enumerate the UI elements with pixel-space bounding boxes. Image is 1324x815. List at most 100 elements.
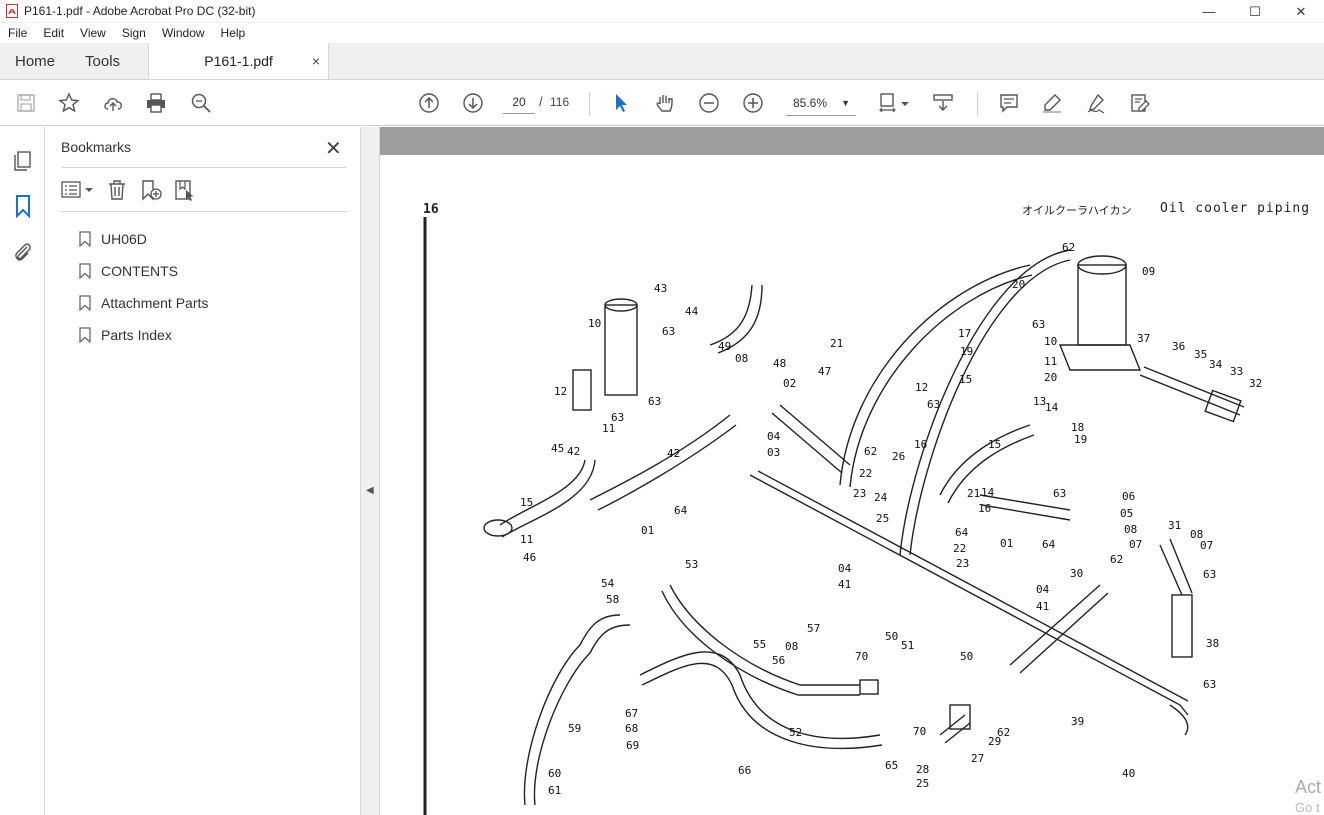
part-callout: 04 (1036, 583, 1050, 596)
toolbar-divider (589, 92, 590, 116)
edit-pdf-icon[interactable] (1128, 91, 1152, 115)
hand-tool-icon[interactable] (653, 91, 677, 115)
upload-cloud-icon[interactable] (101, 91, 125, 115)
menu-edit[interactable]: Edit (35, 26, 72, 40)
part-callout: 22 (859, 467, 872, 480)
part-callout: 61 (548, 784, 561, 797)
fit-page-icon[interactable] (876, 91, 900, 115)
delete-bookmark-icon[interactable] (105, 178, 129, 202)
part-callout: 64 (1042, 538, 1056, 551)
scrolling-mode-icon[interactable] (931, 91, 955, 115)
part-callout: 15 (520, 496, 533, 509)
part-callout: 48 (773, 357, 786, 370)
part-callout: 54 (601, 577, 615, 590)
print-icon[interactable] (144, 91, 168, 115)
part-callout: 41 (1036, 600, 1049, 613)
maximize-button[interactable]: ☐ (1232, 0, 1278, 23)
part-callout: 25 (916, 777, 929, 790)
pdf-page: 16 オイルクーラハイカン Oil cooler piping 62 09 20… (380, 155, 1324, 815)
new-bookmark-icon[interactable] (139, 178, 163, 202)
next-page-icon[interactable] (461, 91, 485, 115)
part-callout: 63 (1203, 568, 1216, 581)
navigation-rail (0, 127, 45, 815)
part-callout: 63 (1203, 678, 1216, 691)
zoom-in-icon[interactable] (741, 91, 765, 115)
part-callout: 41 (838, 578, 851, 591)
menu-sign[interactable]: Sign (114, 26, 154, 40)
highlight-pen-icon[interactable] (1040, 91, 1064, 115)
bookmark-from-selection-icon[interactable] (173, 178, 197, 202)
close-icon[interactable]: ✕ (325, 136, 342, 161)
part-callout: 52 (789, 726, 802, 739)
part-callout: 50 (885, 630, 898, 643)
tab-document[interactable]: P161-1.pdf × (148, 43, 330, 79)
comment-icon[interactable] (997, 91, 1021, 115)
part-callout: 43 (654, 282, 667, 295)
part-callout: 36 (1172, 340, 1185, 353)
part-callout: 15 (988, 438, 1001, 451)
minimize-button[interactable]: — (1186, 0, 1232, 23)
bookmark-star-icon[interactable] (57, 91, 81, 115)
panel-divider (61, 167, 347, 168)
part-callout: 47 (818, 365, 831, 378)
document-viewport[interactable]: 16 オイルクーラハイカン Oil cooler piping 62 09 20… (380, 127, 1324, 815)
part-callout: 08 (735, 352, 748, 365)
part-callout: 08 (1124, 523, 1137, 536)
menu-view[interactable]: View (72, 26, 114, 40)
bookmark-icon (79, 231, 91, 247)
part-callout: 63 (1032, 318, 1045, 331)
page-number-input[interactable] (503, 90, 535, 114)
part-callout: 39 (1071, 715, 1084, 728)
page-thumbnails-icon[interactable] (11, 149, 35, 173)
part-callout: 04 (838, 562, 852, 575)
part-callout: 38 (1206, 637, 1219, 650)
draw-sign-icon[interactable] (1084, 91, 1108, 115)
tab-close-icon[interactable]: × (312, 53, 320, 69)
part-callout: 21 (830, 337, 843, 350)
save-icon[interactable] (14, 91, 38, 115)
menu-file[interactable]: File (0, 26, 35, 40)
bookmark-options-icon[interactable] (61, 178, 95, 202)
bookmark-item[interactable]: CONTENTS (79, 255, 208, 287)
part-callout: 07 (1129, 538, 1142, 551)
previous-page-icon[interactable] (417, 91, 441, 115)
part-callout: 23 (956, 557, 969, 570)
fit-page-dropdown-icon[interactable] (899, 91, 911, 115)
part-callout: 69 (626, 739, 639, 752)
zoom-search-icon[interactable] (189, 91, 213, 115)
part-callout: 23 (853, 487, 866, 500)
bookmark-label: UH06D (101, 231, 147, 247)
part-callout: 70 (913, 725, 926, 738)
select-cursor-icon[interactable] (609, 91, 633, 115)
part-callout: 10 (588, 317, 601, 330)
part-callout: 16 (978, 502, 991, 515)
part-callout: 33 (1230, 365, 1243, 378)
bookmark-item[interactable]: UH06D (79, 223, 208, 255)
watermark-text-secondary: Go t (1295, 800, 1320, 815)
part-callout: 30 (1070, 567, 1083, 580)
zoom-level-select[interactable]: 85.6% ▼ (786, 90, 856, 116)
part-callout: 55 (753, 638, 766, 651)
part-callout: 27 (971, 752, 984, 765)
panel-collapse-handle[interactable]: ◀ (361, 127, 380, 815)
menu-window[interactable]: Window (154, 26, 213, 40)
zoom-out-icon[interactable] (697, 91, 721, 115)
menu-help[interactable]: Help (213, 26, 254, 40)
tab-home[interactable]: Home (0, 43, 70, 79)
part-callout: 66 (738, 764, 751, 777)
attachments-paperclip-icon[interactable] (11, 240, 35, 264)
part-callout: 03 (767, 446, 780, 459)
bookmark-item[interactable]: Attachment Parts (79, 287, 208, 319)
tab-document-label: P161-1.pdf (204, 53, 273, 69)
part-callout: 57 (807, 622, 820, 635)
bookmarks-panel-icon[interactable] (11, 194, 35, 218)
collapse-arrow-icon: ◀ (366, 485, 374, 496)
part-callout: 14 (1045, 401, 1059, 414)
bookmark-item[interactable]: Parts Index (79, 319, 208, 351)
tab-tools[interactable]: Tools (70, 43, 135, 79)
bookmark-label: Parts Index (101, 327, 172, 343)
part-callout: 16 (914, 438, 927, 451)
page-total: 116 (550, 95, 570, 109)
part-callout: 12 (915, 381, 928, 394)
close-window-button[interactable]: ✕ (1278, 0, 1324, 23)
